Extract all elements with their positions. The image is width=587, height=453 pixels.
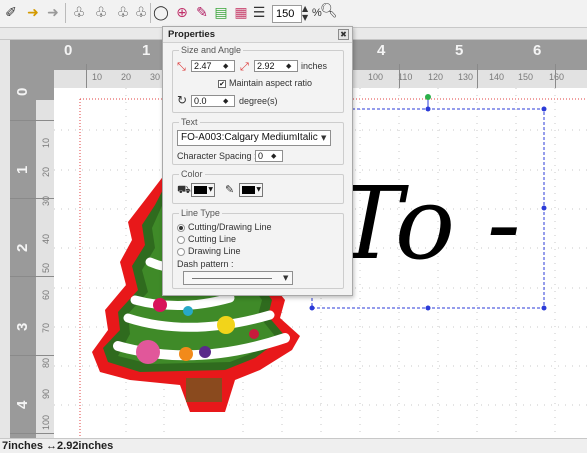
width-stepper[interactable]: ◆ (223, 62, 228, 70)
properties-title-bar[interactable]: Properties ✖ (163, 27, 352, 43)
unit-label: inches (301, 61, 328, 71)
text-group: Text FO-A003:Calgary MediumItalic ▼ Char… (172, 117, 344, 165)
text-group-title: Text (179, 117, 200, 127)
resize-handle[interactable] (309, 305, 315, 311)
chevron-down-icon: ▼ (256, 186, 261, 193)
char-spacing-field[interactable]: 0 (255, 150, 283, 162)
line-color-button[interactable]: ▼ (239, 183, 263, 197)
chevron-down-icon: ▼ (321, 134, 327, 142)
line-color-swatch (242, 186, 255, 194)
angle-stepper[interactable]: ◆ (223, 97, 228, 105)
resize-handle[interactable] (541, 305, 547, 311)
size-status-text: 7inches ↔2.92inches (2, 440, 114, 452)
status-bar: 7inches ↔2.92inches (0, 438, 587, 453)
angle-unit-label: degree(s) (239, 96, 278, 106)
width-icon: ⤡ (177, 60, 186, 73)
maintain-aspect-checkbox[interactable]: ✔ (218, 80, 226, 88)
radio-label: Drawing Line (188, 246, 241, 256)
color-group: Color ⛟ ▼ ✎ ▼ (172, 169, 344, 204)
line-pen-icon: ✎ (225, 183, 235, 196)
close-button[interactable]: ✖ (338, 29, 349, 40)
line-type-group: Line Type Cutting/Drawing Line Cutting L… (172, 208, 344, 289)
height-field[interactable]: 2.92 (254, 60, 298, 72)
dash-pattern-label: Dash pattern : (177, 259, 234, 269)
height-icon: ⤢ (240, 60, 249, 73)
radio-label: Cutting Line (188, 234, 237, 244)
chevron-down-icon: ▼ (283, 274, 289, 282)
height-stepper[interactable]: ◆ (286, 62, 291, 70)
radio-drawing[interactable] (177, 248, 185, 256)
resize-handle[interactable] (541, 106, 547, 112)
fill-bucket-icon: ⛟ (177, 183, 191, 196)
dash-pattern-preview (192, 278, 272, 279)
fill-color-button[interactable]: ▼ (191, 183, 215, 197)
size-angle-title: Size and Angle (179, 45, 244, 55)
font-select[interactable]: FO-A003:Calgary MediumItalic (177, 130, 331, 146)
line-type-title: Line Type (179, 208, 222, 218)
resize-handle[interactable] (541, 205, 547, 211)
size-angle-group: Size and Angle ⤡ 2.47 ◆ ⤢ 2.92 ◆ inches … (172, 45, 344, 113)
rotate-icon: ↻ (177, 93, 188, 107)
rotate-handle[interactable] (425, 94, 431, 100)
angle-field[interactable]: 0.0 (191, 95, 235, 107)
resize-handle[interactable] (425, 305, 431, 311)
radio-cutting-drawing[interactable] (177, 224, 185, 232)
radio-label: Cutting/Drawing Line (188, 222, 272, 232)
color-group-title: Color (179, 169, 205, 179)
radio-cutting[interactable] (177, 236, 185, 244)
properties-title: Properties (168, 29, 215, 40)
char-spacing-stepper[interactable]: ◆ (271, 152, 276, 160)
maintain-aspect-label: Maintain aspect ratio (229, 78, 313, 88)
char-spacing-label: Character Spacing : (177, 151, 257, 161)
chevron-down-icon: ▼ (208, 186, 213, 193)
resize-handle[interactable] (425, 106, 431, 112)
width-field[interactable]: 2.47 (191, 60, 235, 72)
properties-panel[interactable]: Properties ✖ Size and Angle ⤡ 2.47 ◆ ⤢ 2… (162, 26, 353, 296)
fill-color-swatch (194, 186, 207, 194)
canvas-text-object[interactable]: To - (336, 165, 521, 282)
dash-pattern-select[interactable] (183, 271, 293, 285)
app-window: ✐ ➜ ➜ ♧ ♧ ♧ ♧ ◯ ⊕ ✎ ▤ ▦ ☰ 150 ▲ ▼ % 🔍︎ 0 … (0, 0, 587, 453)
